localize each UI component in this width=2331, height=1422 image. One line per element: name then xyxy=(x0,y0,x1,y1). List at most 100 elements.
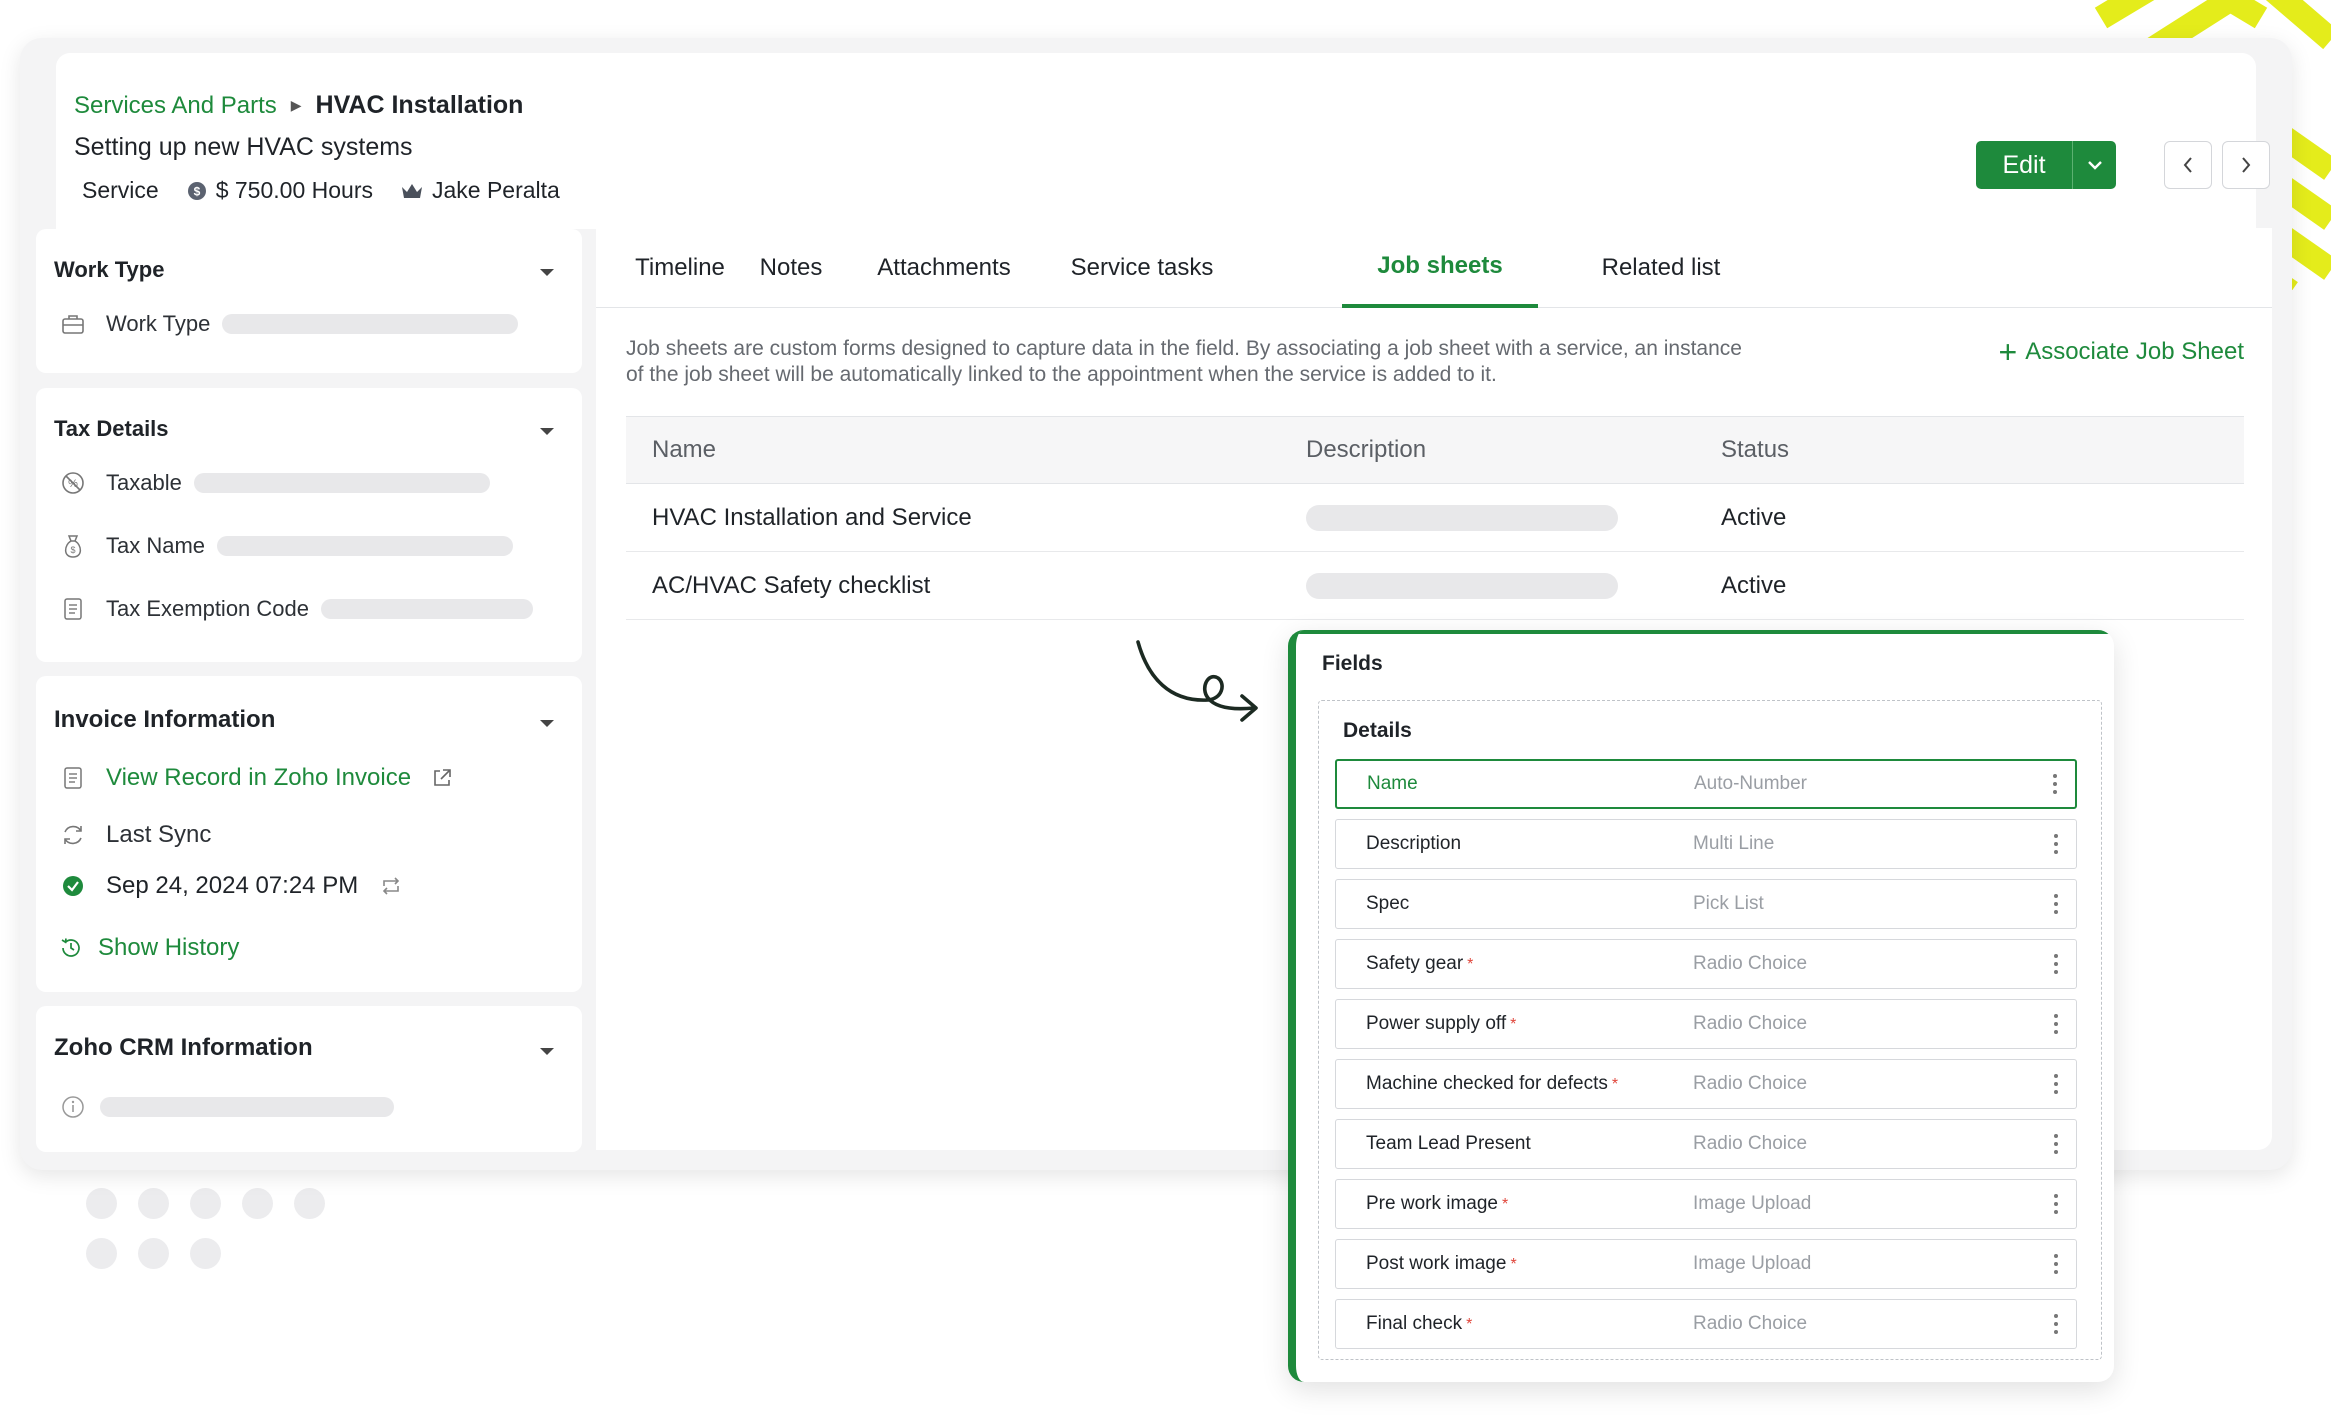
more-vertical-icon[interactable] xyxy=(2054,894,2058,914)
required-marker: * xyxy=(1467,956,1474,973)
invoice-icon xyxy=(60,765,86,791)
table-header: Name Description Status xyxy=(626,416,2244,484)
placeholder-bar xyxy=(1306,504,1618,531)
more-vertical-icon[interactable] xyxy=(2054,1194,2058,1214)
tab-service-tasks[interactable]: Service tasks xyxy=(1042,228,1242,308)
placeholder-bar xyxy=(193,473,490,493)
field-row[interactable]: Machine checked for defects * Radio Choice xyxy=(1335,1059,2077,1109)
external-link-icon[interactable] xyxy=(431,767,453,789)
field-name-text: Team Lead Present xyxy=(1366,1133,1531,1154)
service-owner: Jake Peralta xyxy=(431,177,560,203)
field-row[interactable]: Team Lead Present Radio Choice xyxy=(1335,1119,2077,1169)
record-subtitle: Setting up new HVAC systems xyxy=(74,133,413,161)
field-row[interactable]: Power supply off * Radio Choice xyxy=(1335,999,2077,1049)
field-name-text: Safety gear xyxy=(1366,953,1464,974)
chevron-right-icon xyxy=(2242,157,2251,173)
tab-job-sheets[interactable]: Job sheets xyxy=(1342,228,1538,308)
placeholder-bar xyxy=(1306,572,1618,599)
field-type: Auto-Number xyxy=(1694,773,1807,794)
tab-attachments[interactable]: Attachments xyxy=(846,228,1042,308)
associate-job-sheet-label: Associate Job Sheet xyxy=(2025,338,2244,365)
field-name: Machine checked for defects * xyxy=(1366,1073,1618,1095)
table-row[interactable]: AC/HVAC Safety checklist Active xyxy=(626,552,2244,620)
column-header-name[interactable]: Name xyxy=(652,417,716,483)
tab-timeline[interactable]: Timeline xyxy=(624,228,736,308)
field-type: Radio Choice xyxy=(1693,1013,1808,1034)
field-type: Radio Choice xyxy=(1693,1133,1808,1154)
sync-icon xyxy=(60,822,86,848)
tab-notes[interactable]: Notes xyxy=(736,228,846,308)
tax-name-label: Tax Name xyxy=(106,533,206,558)
crm-info-title: Zoho CRM Information xyxy=(54,1034,313,1061)
field-name: Power supply off * xyxy=(1366,1013,1516,1035)
breadcrumb-parent-link[interactable]: Services And Parts xyxy=(74,92,277,120)
job-sheets-description-line: of the job sheet will be automatically l… xyxy=(626,363,1497,386)
record-meta: Service $ $ 750.00 Hours Jake Peralta xyxy=(82,177,588,204)
required-marker: * xyxy=(1510,1016,1517,1033)
more-vertical-icon[interactable] xyxy=(2054,1014,2058,1034)
field-row[interactable]: Description Multi Line xyxy=(1335,819,2077,869)
field-name-text: Pre work image xyxy=(1366,1193,1498,1214)
job-sheet-name[interactable]: AC/HVAC Safety checklist xyxy=(652,552,930,619)
field-row[interactable]: Pre work image * Image Upload xyxy=(1335,1179,2077,1229)
record-header: Services And Parts ▶ HVAC Installation S… xyxy=(56,53,2270,229)
field-row[interactable]: Post work image * Image Upload xyxy=(1335,1239,2077,1289)
work-type-title: Work Type xyxy=(54,257,165,282)
table-row[interactable]: HVAC Installation and Service Active xyxy=(626,484,2244,552)
tax-exemption-label: Tax Exemption Code xyxy=(106,596,309,621)
field-row[interactable]: Spec Pick List xyxy=(1335,879,2077,929)
collapse-caret-icon[interactable] xyxy=(540,1048,554,1055)
curly-arrow-icon xyxy=(1136,640,1258,722)
collapse-caret-icon[interactable] xyxy=(540,269,554,276)
view-in-zoho-invoice-link[interactable]: View Record in Zoho Invoice xyxy=(106,764,411,792)
job-sheets-description: Job sheets are custom forms designed to … xyxy=(626,336,1866,388)
more-vertical-icon[interactable] xyxy=(2054,954,2058,974)
field-type: Radio Choice xyxy=(1693,953,1808,974)
field-type: Radio Choice xyxy=(1693,1073,1808,1094)
placeholder-bar xyxy=(222,314,519,334)
last-sync-value: Sep 24, 2024 07:24 PM xyxy=(106,872,359,899)
repeat-icon[interactable] xyxy=(380,877,402,895)
associate-job-sheet-button[interactable]: + Associate Job Sheet xyxy=(1998,334,2245,370)
work-type-label: Work Type xyxy=(106,311,211,336)
column-header-status[interactable]: Status xyxy=(1721,417,1789,483)
field-row[interactable]: Final check * Radio Choice xyxy=(1335,1299,2077,1349)
job-sheet-name[interactable]: HVAC Installation and Service xyxy=(652,484,972,551)
collapse-caret-icon[interactable] xyxy=(540,720,554,727)
field-type: Image Upload xyxy=(1693,1253,1812,1274)
plus-icon: + xyxy=(1998,334,2018,370)
field-name-text: Machine checked for defects xyxy=(1366,1073,1608,1094)
field-row[interactable]: Safety gear * Radio Choice xyxy=(1335,939,2077,989)
more-vertical-icon[interactable] xyxy=(2054,1314,2058,1334)
field-name: Spec xyxy=(1366,893,1409,915)
more-vertical-icon[interactable] xyxy=(2054,1134,2058,1154)
field-type: Multi Line xyxy=(1693,833,1775,854)
edit-dropdown-button[interactable] xyxy=(2072,141,2116,189)
svg-text:%: % xyxy=(68,478,78,490)
svg-text:$: $ xyxy=(70,545,75,555)
show-history-link[interactable]: Show History xyxy=(98,934,239,962)
placeholder-bar xyxy=(217,536,514,556)
previous-record-button[interactable] xyxy=(2164,141,2212,189)
next-record-button[interactable] xyxy=(2222,141,2270,189)
field-name: Pre work image * xyxy=(1366,1193,1508,1215)
field-name-text: Name xyxy=(1367,773,1418,794)
collapse-caret-icon[interactable] xyxy=(540,428,554,435)
edit-button[interactable]: Edit xyxy=(1976,141,2072,189)
column-header-description[interactable]: Description xyxy=(1306,417,1426,483)
field-type: Pick List xyxy=(1693,893,1764,914)
more-vertical-icon[interactable] xyxy=(2054,1254,2058,1274)
tab-related-list[interactable]: Related list xyxy=(1572,228,1750,308)
breadcrumb-separator-icon: ▶ xyxy=(290,97,302,113)
taxable-label: Taxable xyxy=(106,470,182,495)
history-icon xyxy=(58,935,84,961)
page-title: HVAC Installation xyxy=(315,91,524,119)
details-section: Details Name Auto-Number Description Multi … xyxy=(1318,700,2102,1360)
invoice-info-card: Invoice Information View Record in Zoho … xyxy=(36,676,582,992)
more-vertical-icon[interactable] xyxy=(2053,774,2057,794)
job-sheets-table: Name Description Status HVAC Installatio… xyxy=(626,416,2244,620)
more-vertical-icon[interactable] xyxy=(2054,834,2058,854)
field-row[interactable]: Name Auto-Number xyxy=(1335,759,2077,809)
more-vertical-icon[interactable] xyxy=(2054,1074,2058,1094)
required-marker: * xyxy=(1510,1256,1517,1273)
